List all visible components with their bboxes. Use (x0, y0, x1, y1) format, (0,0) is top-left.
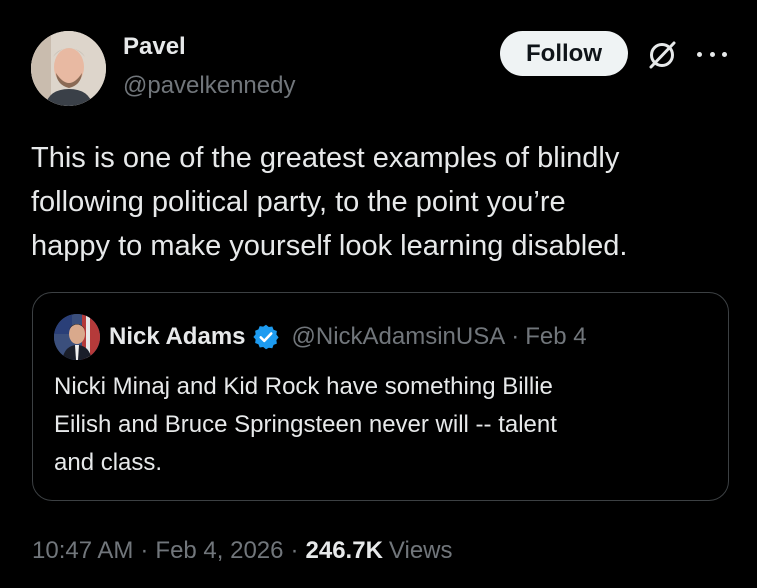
author-avatar[interactable] (31, 31, 106, 106)
more-dot (709, 51, 715, 57)
quote-date[interactable]: Feb 4 (525, 323, 586, 351)
grok-icon[interactable] (645, 38, 679, 72)
quote-author-name[interactable]: Nick Adams (109, 323, 246, 351)
tweet-meta: 10:47 AM · Feb 4, 2026 · 246.7K Views (32, 537, 453, 565)
quote-header: Nick Adams @NickAdamsinUSA · Feb 4 (109, 323, 587, 351)
tweet-text: This is one of the greatest examples of … (31, 142, 628, 262)
meta-separator: · (290, 537, 299, 564)
views-count[interactable]: 246.7K (306, 537, 383, 565)
meta-separator: · (140, 537, 149, 564)
more-dot (722, 51, 727, 57)
quoted-tweet[interactable]: Nick Adams @NickAdamsinUSA · Feb 4 Nicki… (32, 292, 729, 501)
author-name[interactable]: Pavel (123, 33, 186, 61)
more-icon[interactable] (697, 41, 727, 67)
tweet-time[interactable]: 10:47 AM (32, 537, 133, 565)
views-label: Views (388, 537, 453, 564)
tweet-date[interactable]: Feb 4, 2026 (155, 537, 283, 565)
author-handle[interactable]: @pavelkennedy (123, 72, 295, 100)
quote-separator: · (511, 323, 520, 350)
quote-author-avatar[interactable] (54, 314, 100, 360)
avatar-photo (31, 31, 106, 106)
quote-text: Nicki Minaj and Kid Rock have something … (54, 373, 557, 476)
more-dot (697, 51, 702, 57)
quote-avatar-photo (54, 314, 100, 360)
quote-author-handle[interactable]: @NickAdamsinUSA (292, 323, 506, 351)
verified-badge-icon (252, 324, 279, 350)
follow-button[interactable]: Follow (500, 31, 628, 76)
